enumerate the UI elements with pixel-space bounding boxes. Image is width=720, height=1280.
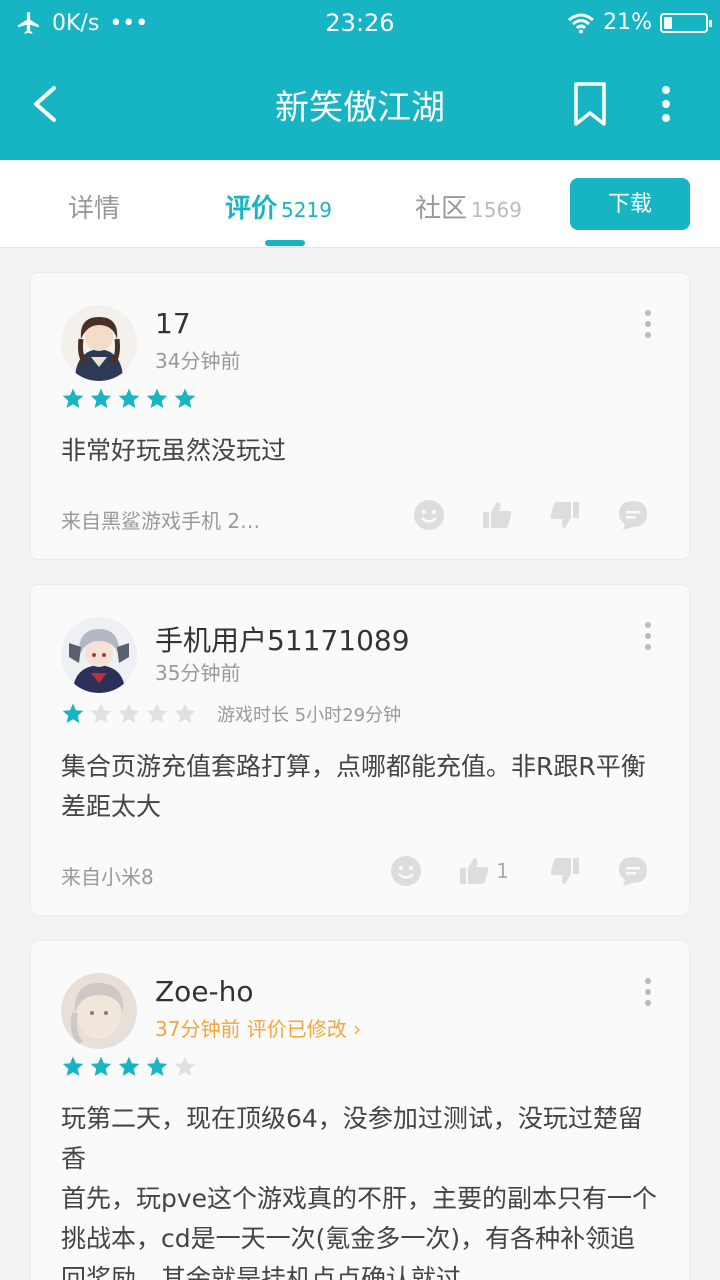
like-button[interactable] [481,499,519,531]
star-icon [118,703,140,723]
dislike-button[interactable] [549,499,581,531]
review-content: 集合页游充值套路打算，点哪都能充值。非R跟R平衡差距太大 [61,752,646,821]
username[interactable]: 手机用户51171089 [155,619,410,659]
tab-details-label: 详情 [68,194,121,224]
dislike-button[interactable] [549,855,581,887]
review-card: Zoe-ho 37分钟前 评价已修改 › 玩第二天，现在顶级64，没参加过测试，… [30,940,690,1280]
avatar[interactable] [61,305,137,381]
username[interactable]: 17 [155,307,191,340]
username[interactable]: Zoe-ho [155,975,254,1008]
star-icon [174,1056,196,1076]
tab-reviews-count: 5219 [281,198,332,222]
more-vert-icon[interactable] [643,621,653,651]
wifi-icon [568,13,595,33]
tab-community[interactable]: 社区 1569 [415,188,522,225]
tab-reviews-label: 评价 [225,194,278,224]
review-time: 34分钟前 [155,349,241,373]
playtime-label: 游戏时长 5小时29分钟 [217,705,402,726]
star-icon [146,388,168,408]
emoji-button[interactable] [390,855,422,887]
tab-indicator [265,240,305,246]
thumbs-up-icon [460,858,489,884]
tab-details[interactable]: 详情 [68,188,120,225]
tab-reviews[interactable]: 评价 5219 [225,188,332,225]
status-bar: 0K/s ••• 23:26 21% [0,0,720,50]
star-icon [62,1056,84,1076]
thumbs-down-icon [550,858,579,884]
emoji-button[interactable] [413,499,445,531]
review-time: 35分钟前 [155,661,241,685]
comment-icon [619,857,647,886]
comment-button[interactable] [617,499,649,531]
star-icon [90,388,112,408]
thumbs-up-icon [483,502,512,528]
star-icon [90,703,112,723]
page-title: 新笑傲江湖 [275,88,445,128]
rating-stars [61,387,197,411]
review-content: 非常好玩虽然没玩过 [61,436,287,465]
star-icon [174,388,196,408]
tab-bar: 详情 评价 5219 社区 1569 下载 [0,160,720,248]
tab-community-label: 社区 [415,194,468,224]
star-icon [118,1056,140,1076]
bookmark-icon[interactable] [570,80,610,128]
star-icon [174,703,196,723]
emoji-icon [391,856,422,886]
comment-button[interactable] [617,855,649,887]
download-button[interactable]: 下载 [570,178,690,230]
rating-stars: 游戏时长 5小时29分钟 [61,701,401,727]
battery-percent: 21% [603,10,652,35]
review-content: 玩第二天，现在顶级64，没参加过测试，没玩过楚留香 首先，玩pve这个游戏真的不… [61,1104,658,1280]
more-vert-icon[interactable] [648,84,684,124]
emoji-icon [414,500,444,530]
star-icon [146,1056,168,1076]
like-count: 1 [496,859,509,883]
review-actions [413,499,649,531]
like-button[interactable]: 1 [458,855,509,887]
avatar[interactable] [61,973,137,1049]
review-card: 17 34分钟前 非常好玩虽然没玩过 来自黑鲨游戏手机 2… [30,272,690,560]
app-bar: 新笑傲江湖 [0,50,720,160]
tab-community-count: 1569 [471,198,522,222]
star-icon [90,1056,112,1076]
review-time[interactable]: 37分钟前 评价已修改 › [155,1013,361,1042]
comment-icon [619,501,647,530]
thumbs-down-icon [550,502,579,528]
review-source: 来自小米8 [61,865,154,889]
star-icon [62,388,84,408]
rating-stars [61,1055,197,1079]
more-vert-icon[interactable] [643,309,653,339]
star-icon [118,388,140,408]
review-source: 来自黑鲨游戏手机 2… [61,509,261,533]
star-icon [146,703,168,723]
more-vert-icon[interactable] [643,977,653,1007]
review-card: 手机用户51171089 35分钟前 游戏时长 5小时29分钟 集合页游充值套路… [30,584,690,916]
battery-fill [664,16,673,29]
battery-icon [660,12,712,33]
review-actions: 1 [390,855,649,887]
avatar[interactable] [61,617,137,693]
status-right: 21% [567,10,712,35]
star-icon [62,703,84,723]
